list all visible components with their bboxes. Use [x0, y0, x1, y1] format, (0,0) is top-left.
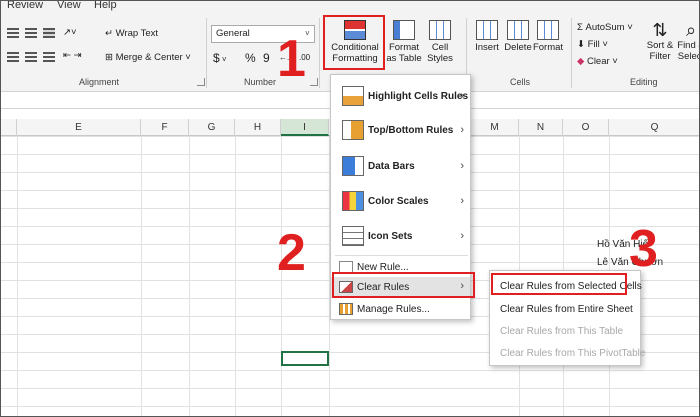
format-icon: [537, 20, 559, 40]
comma-button[interactable]: 9: [263, 51, 270, 65]
chevron-right-icon: ›: [460, 124, 464, 136]
submenu-item-entire-sheet[interactable]: Clear Rules from Entire Sheet: [490, 304, 640, 315]
menu-item-icon-sets[interactable]: Icon Sets ›: [331, 223, 470, 251]
active-cell[interactable]: [281, 351, 329, 366]
menu-review[interactable]: Review: [7, 1, 43, 11]
column-header[interactable]: F: [141, 119, 189, 136]
align-center-icon[interactable]: [25, 52, 37, 62]
clear-rules-highlight: [332, 272, 475, 298]
menu-item-manage-rules[interactable]: Manage Rules...: [331, 300, 470, 318]
selected-cells-highlight: [491, 273, 627, 295]
submenu-item-this-table: Clear Rules from This Table: [500, 326, 624, 337]
menu-divider: [335, 255, 468, 256]
conditional-formatting-highlight: [323, 15, 385, 70]
color-scales-icon: [342, 191, 364, 211]
column-header[interactable]: G: [189, 119, 235, 136]
merge-icon: ⊞: [105, 52, 116, 63]
sort-filter-button[interactable]: ⇅ Sort & Filter: [645, 20, 675, 62]
menu-view[interactable]: View: [57, 1, 81, 11]
indent-icon[interactable]: ⇤ ⇥: [63, 50, 82, 61]
currency-button[interactable]: $ ˅: [213, 51, 227, 65]
column-header[interactable]: N: [519, 119, 563, 136]
editing-group-label: Editing: [630, 77, 658, 87]
menu-item-data-bars[interactable]: Data Bars ›: [331, 153, 470, 181]
sigma-icon: Σ: [577, 22, 586, 33]
cells-group-label: Cells: [510, 77, 531, 87]
merge-center-button[interactable]: ⊞ Merge & Center ˅: [105, 52, 191, 63]
step-number-3: 3: [629, 220, 658, 278]
align-left-icon[interactable]: [7, 52, 19, 62]
divider: [571, 18, 572, 88]
format-button[interactable]: Format: [532, 20, 564, 53]
icon-sets-icon: [342, 226, 364, 246]
cell-styles-button[interactable]: Cell Styles: [423, 20, 457, 64]
chevron-down-icon: ˅: [182, 52, 191, 63]
insert-button[interactable]: Insert: [471, 20, 503, 53]
excel-window: Review View Help ↗˅ ⇤ ⇥ ↵ Wrap Text ⊞ Me…: [0, 0, 700, 417]
orientation-icon[interactable]: ↗˅: [63, 27, 77, 38]
grid-line: [235, 136, 236, 416]
wrap-text-button[interactable]: ↵ Wrap Text: [105, 28, 158, 39]
alignment-group-label: Alignment: [79, 77, 120, 87]
format-as-table-button[interactable]: Format as Table: [385, 20, 423, 64]
highlight-cells-icon: [342, 86, 364, 106]
chevron-right-icon: ›: [460, 230, 464, 242]
chevron-right-icon: ›: [460, 195, 464, 207]
align-top-icon[interactable]: [7, 28, 19, 38]
eraser-icon: ◆: [577, 56, 587, 67]
number-group-label: Number: [244, 77, 277, 87]
menu-item-color-scales[interactable]: Color Scales ›: [331, 188, 470, 216]
grid-line: [189, 136, 190, 416]
sort-filter-icon: ⇅: [652, 20, 668, 40]
manage-rules-icon: [339, 303, 353, 315]
insert-icon: [476, 20, 498, 40]
divider: [319, 18, 320, 88]
grid-line: [141, 136, 142, 416]
column-header[interactable]: M: [471, 119, 519, 136]
menu-bar: Review View Help: [1, 1, 699, 14]
clear-button[interactable]: ◆ Clear ˅: [577, 56, 618, 67]
chevron-right-icon: ›: [460, 160, 464, 172]
align-right-icon[interactable]: [43, 52, 55, 62]
divider: [206, 18, 207, 88]
chevron-right-icon: ›: [460, 90, 464, 102]
autosum-button[interactable]: Σ AutoSum ˅: [577, 22, 633, 33]
search-icon: ⌕: [685, 20, 697, 40]
select-all-corner[interactable]: [1, 119, 17, 136]
column-header-selected[interactable]: I: [281, 119, 329, 136]
wrap-text-icon: ↵: [105, 28, 116, 39]
column-header[interactable]: H: [235, 119, 281, 136]
fill-button[interactable]: ⬇ Fill ˅: [577, 39, 608, 50]
number-launcher-icon[interactable]: [310, 78, 318, 86]
percent-button[interactable]: %: [245, 51, 256, 65]
column-header[interactable]: Q: [609, 119, 699, 136]
data-bars-icon: [342, 156, 364, 176]
delete-icon: [507, 20, 529, 40]
column-header[interactable]: E: [17, 119, 141, 136]
submenu-item-this-pivottable: Clear Rules from This PivotTable: [500, 348, 646, 359]
delete-button[interactable]: Delete: [502, 20, 534, 53]
step-number-1: 1: [277, 30, 306, 88]
menu-item-top-bottom-rules[interactable]: Top/Bottom Rules ›: [331, 117, 470, 145]
cell-styles-icon: [429, 20, 451, 40]
find-select-button[interactable]: ⌕ Find & Select: [677, 20, 699, 62]
grid-line: [17, 136, 18, 416]
fill-down-icon: ⬇: [577, 39, 588, 50]
menu-help[interactable]: Help: [94, 1, 117, 11]
format-as-table-icon: [393, 20, 415, 40]
column-header[interactable]: O: [563, 119, 609, 136]
align-bottom-icon[interactable]: [43, 28, 55, 38]
top-bottom-icon: [342, 120, 364, 140]
alignment-launcher-icon[interactable]: [197, 78, 205, 86]
menu-item-highlight-cells-rules[interactable]: Highlight Cells Rules ›: [331, 83, 470, 111]
step-number-2: 2: [277, 224, 306, 282]
align-middle-icon[interactable]: [25, 28, 37, 38]
